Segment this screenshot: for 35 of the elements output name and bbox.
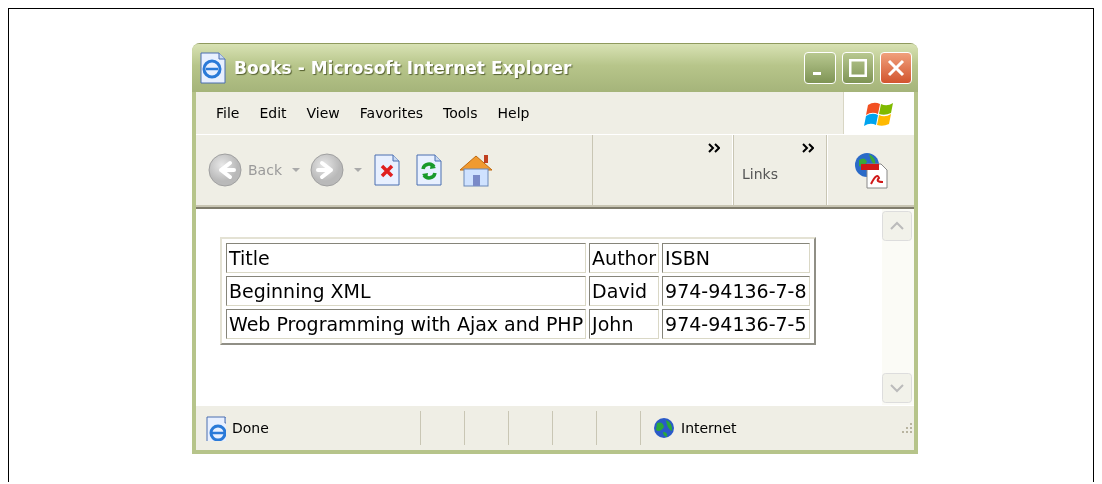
menu-item[interactable]: View — [296, 101, 350, 125]
browser-page-icon — [204, 415, 226, 441]
close-icon — [887, 59, 905, 77]
dropdown-caret-icon[interactable] — [354, 168, 362, 172]
maximize-icon — [849, 59, 867, 77]
refresh-icon — [414, 153, 444, 187]
menu-item[interactable]: Edit — [249, 101, 297, 125]
menu-item[interactable]: Favorites — [349, 101, 434, 125]
globe-pdf-icon[interactable] — [853, 150, 889, 190]
minimize-icon — [813, 71, 821, 75]
header-cell: Title — [226, 243, 587, 273]
table-cell: Beginning XML — [226, 276, 587, 306]
close-button[interactable] — [880, 52, 912, 84]
header-cell: Author — [589, 243, 660, 273]
globe-icon — [653, 417, 675, 439]
minimize-button[interactable] — [804, 52, 836, 84]
menu-item[interactable]: File — [206, 101, 250, 125]
status-text: Done — [232, 420, 269, 436]
browser-page-icon — [198, 51, 228, 85]
dropdown-caret-icon[interactable] — [292, 168, 300, 172]
menu-item[interactable]: Tools — [433, 101, 488, 125]
security-zone: Internet — [681, 420, 737, 436]
header-cell: ISBN — [662, 243, 810, 273]
table-cell: John — [589, 309, 660, 339]
table-cell: 974-94136-7-5 — [662, 309, 810, 339]
table-cell: Web Programming with Ajax and PHP — [226, 309, 587, 339]
chevron-icon[interactable] — [802, 143, 814, 153]
chevron-icon[interactable] — [708, 143, 720, 153]
table-cell: David — [589, 276, 660, 306]
maximize-button[interactable] — [842, 52, 874, 84]
menu-item[interactable]: Help — [487, 101, 540, 125]
window-title: Books - Microsoft Internet Explorer — [234, 58, 573, 78]
links-button[interactable]: Links — [742, 166, 778, 182]
stop-icon — [372, 153, 402, 187]
table-cell: 974-94136-7-8 — [662, 276, 810, 306]
